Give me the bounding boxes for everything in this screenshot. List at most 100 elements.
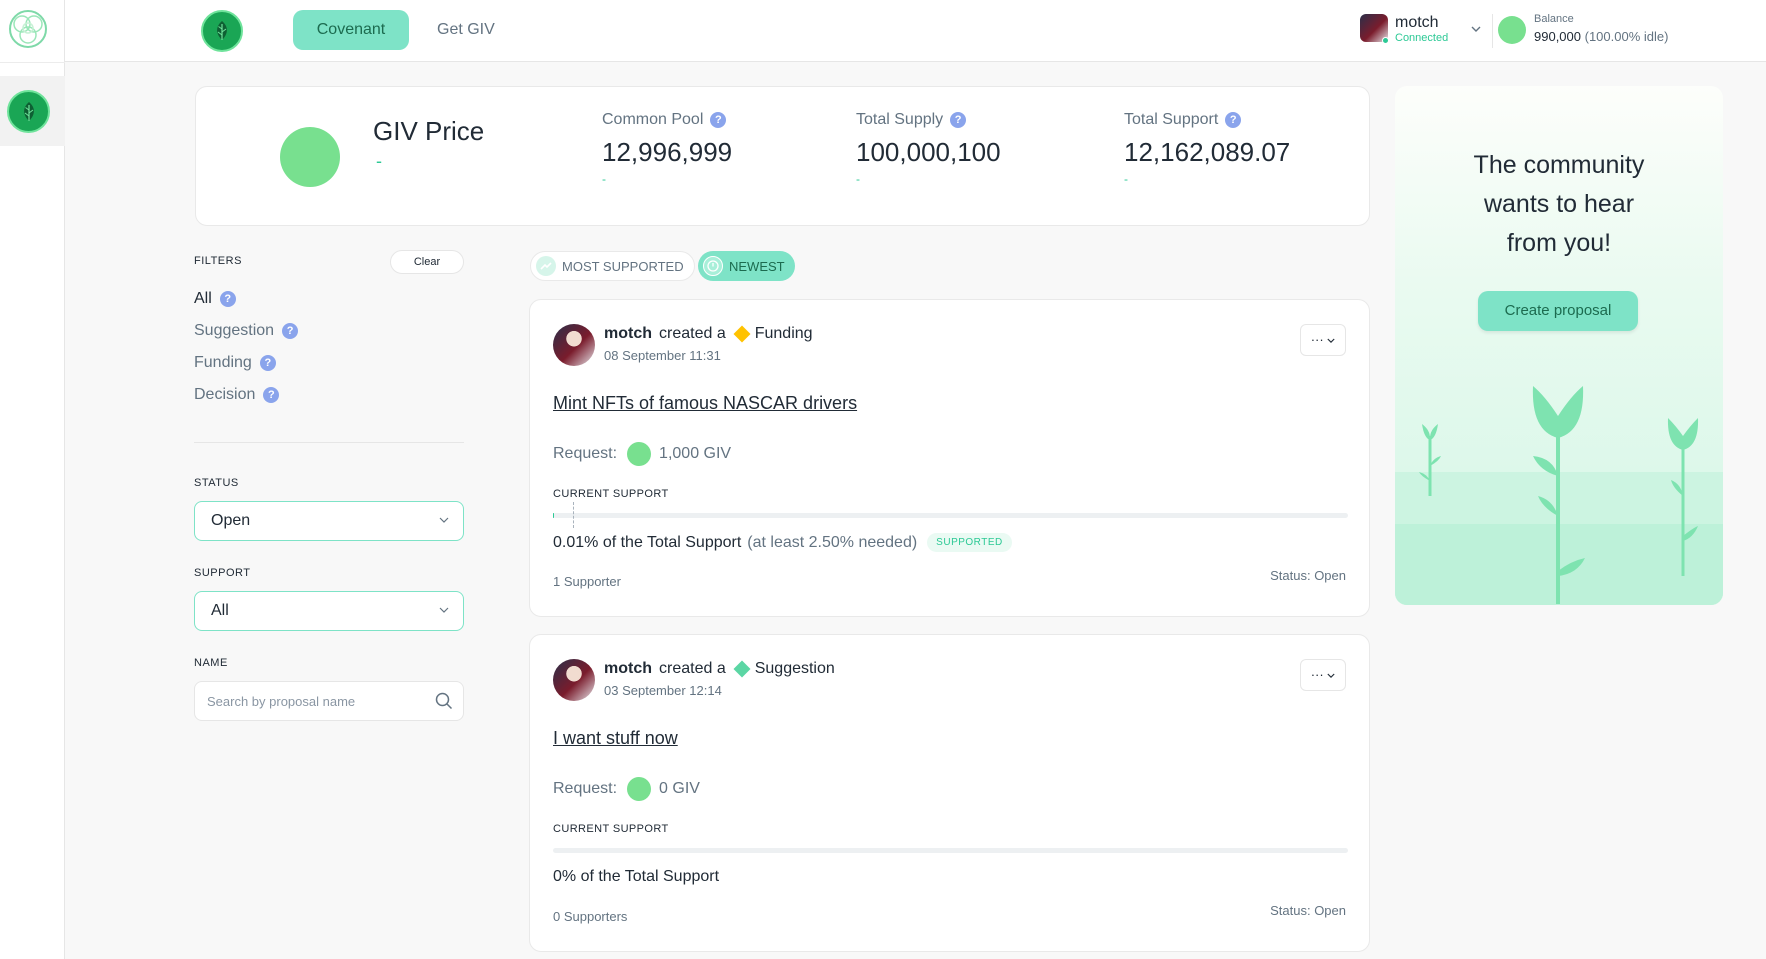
- filters-divider: [194, 442, 464, 443]
- stat-change: -: [602, 172, 606, 186]
- stat-total-support: Total Support? 12,162,089.07 -: [1124, 111, 1290, 186]
- help-icon[interactable]: ?: [1225, 112, 1242, 128]
- community-message: The community wants to hear from you!: [1395, 146, 1723, 263]
- chevron-down-icon: [439, 592, 449, 630]
- request-label: Request:: [553, 780, 618, 797]
- nav-covenant-button[interactable]: Covenant: [293, 10, 409, 50]
- balance-value: 990,000 (100.00% idle): [1534, 29, 1668, 44]
- proposal-type: Suggestion: [754, 660, 835, 677]
- proposal-type: Funding: [754, 325, 813, 342]
- stat-change: -: [1124, 172, 1128, 186]
- balance-label: Balance: [1534, 13, 1574, 25]
- community-card: The community wants to hear from you! Cr…: [1395, 86, 1723, 605]
- filter-suggestion[interactable]: Suggestion ?: [194, 322, 299, 340]
- help-icon[interactable]: ?: [950, 112, 967, 128]
- support-progress-bar: [553, 848, 1348, 853]
- request-value: 0 GIV: [659, 780, 700, 797]
- help-icon[interactable]: ?: [710, 112, 727, 128]
- proposal-card: motch created a Funding 08 September 11:…: [529, 299, 1370, 617]
- status-label: STATUS: [194, 477, 239, 489]
- proposal-date: 03 September 12:14: [604, 683, 722, 698]
- nav-get-giv-button[interactable]: Get GIV: [412, 10, 520, 50]
- proposal-header: motch created a Suggestion: [604, 660, 835, 678]
- leaf-icon: [7, 90, 50, 133]
- chevron-down-icon: [1327, 338, 1335, 343]
- status-value: Open: [211, 512, 251, 529]
- sort-newest-tab[interactable]: NEWEST: [698, 251, 795, 281]
- chevron-down-icon: [1327, 673, 1335, 678]
- sort-most-supported-tab[interactable]: MOST SUPPORTED: [530, 251, 695, 281]
- plants-illustration: [1419, 386, 1699, 604]
- support-percentage: 0% of the Total Support: [553, 868, 720, 885]
- stat-total-supply: Total Supply? 100,000,100 -: [856, 111, 1001, 186]
- filter-decision[interactable]: Decision ?: [194, 386, 280, 404]
- help-icon[interactable]: ?: [219, 291, 236, 307]
- rail-org-item[interactable]: [0, 76, 65, 146]
- sort-label: MOST SUPPORTED: [562, 258, 684, 274]
- stat-label: Total Supply: [856, 111, 944, 128]
- funding-diamond-icon: [733, 325, 751, 343]
- chevron-down-icon[interactable]: [1471, 22, 1481, 36]
- search-input[interactable]: [195, 682, 415, 720]
- network-logo-icon[interactable]: [8, 9, 48, 49]
- community-line: wants to hear: [1483, 190, 1635, 218]
- sort-label: NEWEST: [729, 258, 785, 274]
- stat-label: Total Support: [1124, 111, 1219, 128]
- proposal-request: Request: 0 GIV: [553, 777, 700, 801]
- current-support-label: CURRENT SUPPORT: [553, 488, 669, 500]
- balance-amount: 990,000: [1534, 29, 1581, 44]
- account-status: Connected: [1395, 32, 1449, 44]
- proposal-title-link[interactable]: I want stuff now: [553, 728, 678, 749]
- account-name: motch: [1395, 14, 1439, 31]
- proposal-menu-button[interactable]: ···: [1300, 659, 1346, 691]
- filter-label: All: [194, 290, 212, 307]
- support-summary: 0% of the Total Support: [553, 868, 719, 886]
- create-proposal-button[interactable]: Create proposal: [1478, 291, 1638, 331]
- search-icon[interactable]: [435, 692, 453, 715]
- support-dropdown[interactable]: All: [194, 591, 464, 631]
- clear-filters-button[interactable]: Clear: [390, 250, 464, 274]
- avatar[interactable]: [553, 659, 595, 701]
- chevron-down-icon: [439, 502, 449, 540]
- proposal-author[interactable]: motch: [604, 660, 652, 678]
- giv-token-icon: [1498, 16, 1526, 44]
- proposal-request: Request: 1,000 GIV: [553, 442, 731, 466]
- stat-value: 12,162,089.07: [1124, 137, 1291, 167]
- proposal-created-text: created a: [659, 325, 726, 342]
- header-divider: [1492, 14, 1493, 48]
- giv-price-label: GIV Price: [373, 116, 485, 146]
- supporters-count[interactable]: 1 Supporter: [553, 574, 621, 589]
- stats-card: GIV Price - Common Pool? 12,996,999 - To…: [195, 86, 1370, 226]
- status-dropdown[interactable]: Open: [194, 501, 464, 541]
- filter-funding[interactable]: Funding ?: [194, 354, 276, 372]
- status-badge: SUPPORTED: [927, 533, 1012, 552]
- help-icon[interactable]: ?: [263, 387, 280, 403]
- filter-all[interactable]: All ?: [194, 290, 236, 308]
- account-menu[interactable]: motch Connected: [1360, 14, 1490, 46]
- help-icon[interactable]: ?: [259, 355, 276, 371]
- proposal-date: 08 September 11:31: [604, 348, 721, 363]
- proposal-author[interactable]: motch: [604, 325, 652, 343]
- supporters-count[interactable]: 0 Supporters: [553, 909, 627, 924]
- app-leaf-logo-icon[interactable]: [201, 10, 243, 52]
- support-value: All: [211, 602, 229, 619]
- support-percentage: 0.01% of the Total Support: [553, 533, 742, 551]
- request-value: 1,000 GIV: [659, 445, 732, 462]
- help-icon[interactable]: ?: [282, 323, 299, 339]
- suggestion-diamond-icon: [733, 660, 751, 678]
- avatar[interactable]: [553, 324, 595, 366]
- community-line: The community: [1473, 151, 1645, 179]
- giv-token-icon: [280, 127, 340, 187]
- filter-label: Decision: [194, 386, 256, 403]
- support-label: SUPPORT: [194, 567, 251, 579]
- support-threshold-marker: [572, 502, 574, 528]
- giv-price-value: -: [376, 151, 382, 171]
- filters-title: FILTERS: [194, 255, 242, 267]
- stat-value: 12,996,999: [602, 137, 733, 167]
- name-search-field: [194, 681, 464, 721]
- proposal-menu-button[interactable]: ···: [1300, 324, 1346, 356]
- filter-label: Funding: [194, 354, 252, 371]
- proposal-title-link[interactable]: Mint NFTs of famous NASCAR drivers: [553, 393, 857, 414]
- proposal-created-text: created a: [659, 660, 726, 677]
- top-header: Covenant Get GIV motch Connected Balance…: [65, 0, 1766, 62]
